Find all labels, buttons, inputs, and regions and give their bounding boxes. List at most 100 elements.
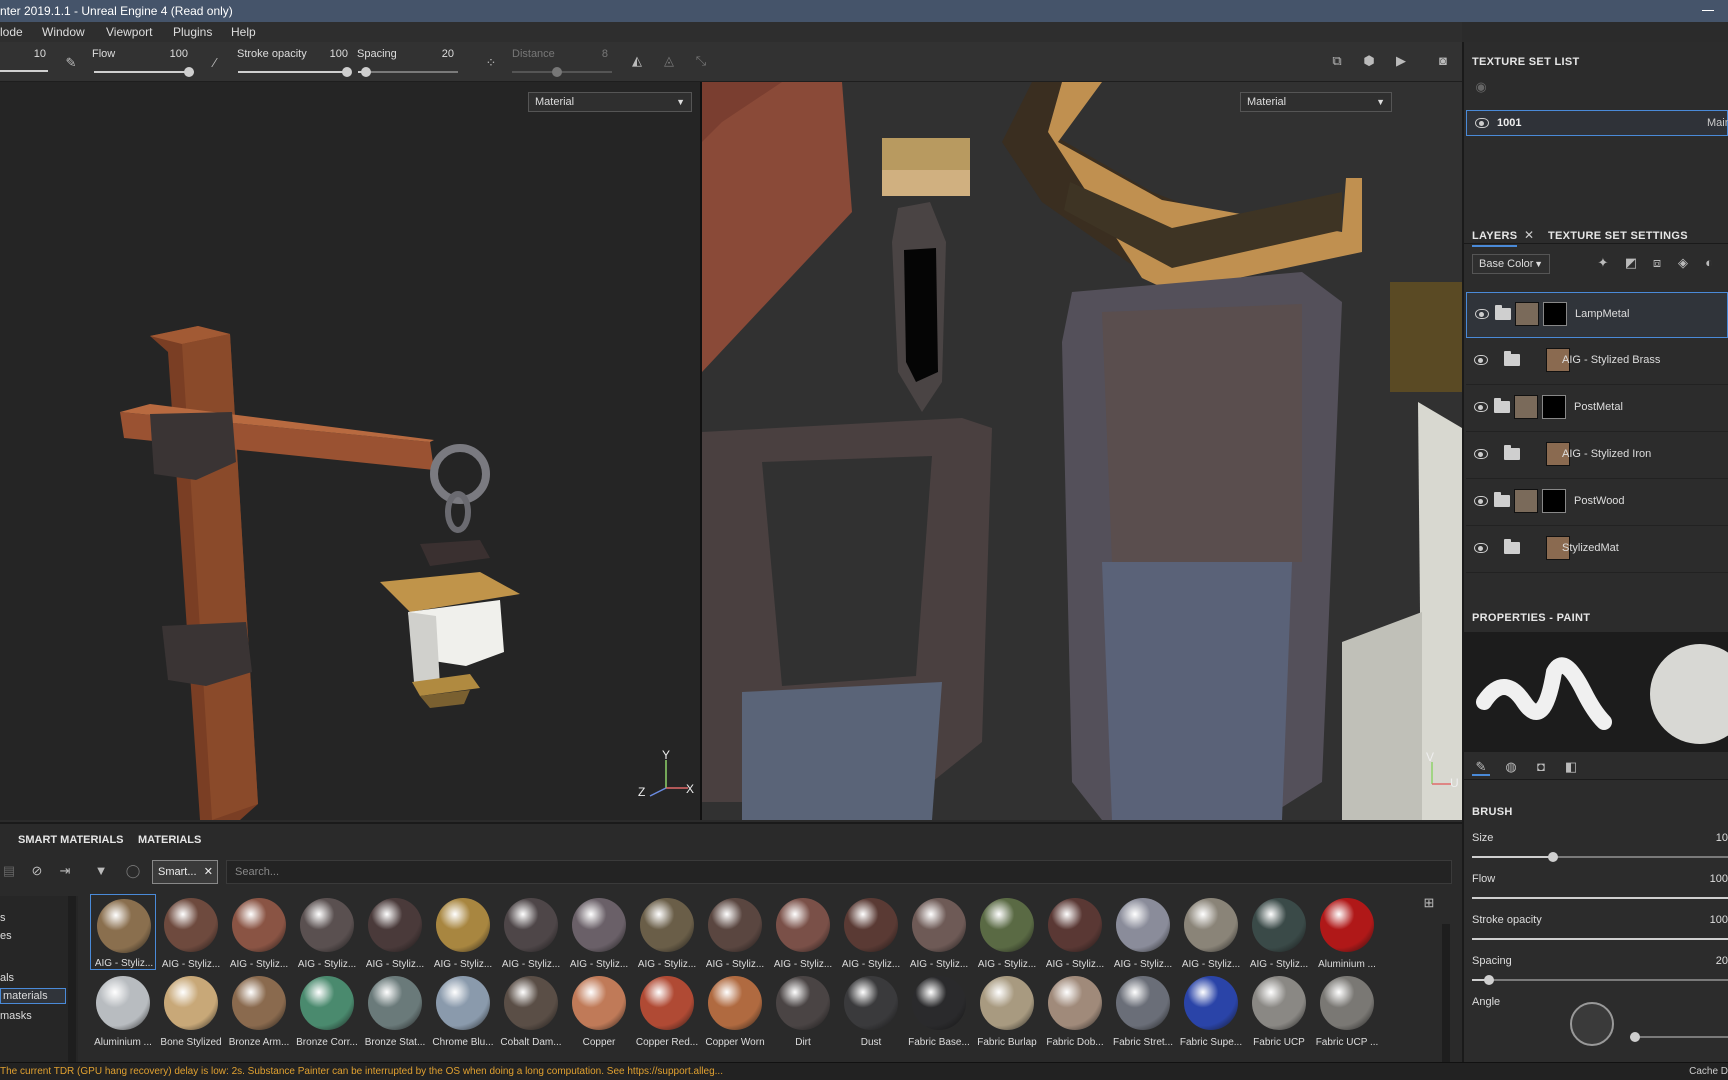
eye-icon[interactable] bbox=[1475, 309, 1489, 319]
brush-size-slider[interactable] bbox=[1472, 852, 1728, 862]
material-thumbnail[interactable]: Dust bbox=[838, 972, 904, 1048]
material-tab-icon[interactable]: ◧ bbox=[1562, 758, 1580, 776]
material-thumbnail[interactable]: Copper Red... bbox=[634, 972, 700, 1048]
layer-row[interactable]: AIG - Stylized Iron bbox=[1466, 433, 1728, 479]
brush-icon[interactable]: ✎ bbox=[62, 54, 80, 72]
menu-mode[interactable]: lode bbox=[0, 22, 23, 42]
symmetry-icon[interactable]: ◭ bbox=[628, 52, 646, 70]
material-thumbnail[interactable]: Fabric Burlap bbox=[974, 972, 1040, 1048]
menu-window[interactable]: Window bbox=[42, 22, 85, 42]
layer-row[interactable]: PostWood bbox=[1466, 480, 1728, 526]
material-thumbnail[interactable]: Aluminium ... bbox=[90, 972, 156, 1048]
stencil-tab-icon[interactable]: ◘ bbox=[1532, 758, 1550, 776]
toolbar-distance-slider[interactable] bbox=[512, 67, 612, 77]
material-thumbnail[interactable]: Bone Stylized bbox=[158, 972, 224, 1048]
material-thumbnail[interactable]: AIG - Styliz... bbox=[294, 894, 360, 970]
folder-icon[interactable] bbox=[1504, 539, 1520, 554]
material-thumbnail[interactable]: AIG - Styliz... bbox=[90, 894, 156, 970]
folder-icon[interactable] bbox=[1494, 492, 1510, 507]
symmetry-options-icon[interactable]: ◬ bbox=[660, 52, 678, 70]
material-thumbnail[interactable]: AIG - Styliz... bbox=[634, 894, 700, 970]
add-folder-icon[interactable]: ◐ bbox=[1700, 254, 1718, 272]
add-fill-layer-icon[interactable]: ◈ bbox=[1674, 254, 1692, 272]
category-item-materials[interactable]: materials bbox=[0, 988, 66, 1004]
layer-row[interactable]: LampMetal bbox=[1466, 292, 1728, 338]
shelf-import-icon[interactable]: ▤ bbox=[0, 862, 18, 880]
visibility-all-icon[interactable]: ◉ bbox=[1472, 78, 1490, 96]
transform-icon[interactable]: ⤡ bbox=[692, 52, 710, 70]
material-thumbnail[interactable]: Dirt bbox=[770, 972, 836, 1048]
viewport-3d[interactable]: Material ▼ Y Z X bbox=[0, 82, 700, 820]
brush-tab-icon[interactable]: ✎ bbox=[1472, 758, 1490, 776]
eye-icon[interactable] bbox=[1474, 355, 1488, 365]
add-effect-icon[interactable]: ✦ bbox=[1594, 254, 1612, 272]
viewport-2d[interactable]: Material ▼ V U bbox=[702, 82, 1462, 820]
add-layer-icon[interactable]: ⧈ bbox=[1648, 254, 1666, 272]
menu-plugins[interactable]: Plugins bbox=[173, 22, 212, 42]
folder-icon[interactable] bbox=[1494, 398, 1510, 413]
material-thumbnail[interactable]: AIG - Styliz... bbox=[1110, 894, 1176, 970]
material-thumbnail[interactable]: Fabric Dob... bbox=[1042, 972, 1108, 1048]
material-thumbnail[interactable]: AIG - Styliz... bbox=[226, 894, 292, 970]
material-thumbnail[interactable]: Fabric UCP ... bbox=[1314, 972, 1380, 1048]
texture-set-row-1001[interactable]: 1001 Main bbox=[1466, 110, 1728, 136]
material-thumbnail[interactable]: Fabric Stret... bbox=[1110, 972, 1176, 1048]
viewport3d-material-dropdown[interactable]: Material ▼ bbox=[528, 92, 692, 112]
material-thumbnail[interactable]: Fabric Base... bbox=[906, 972, 972, 1048]
material-thumbnail[interactable]: Chrome Blu... bbox=[430, 972, 496, 1048]
grid-scrollbar[interactable] bbox=[1442, 924, 1450, 1064]
viewport2d-material-dropdown[interactable]: Material ▼ bbox=[1240, 92, 1392, 112]
hide-icon[interactable]: ⊘ bbox=[28, 862, 46, 880]
layer-mask-thumbnail[interactable] bbox=[1543, 302, 1567, 326]
material-thumbnail[interactable]: Bronze Arm... bbox=[226, 972, 292, 1048]
toolbar-flow-slider[interactable] bbox=[94, 67, 194, 77]
material-thumbnail[interactable]: Bronze Stat... bbox=[362, 972, 428, 1048]
angle-dial[interactable] bbox=[1570, 1002, 1614, 1046]
brush-stroke-slider[interactable] bbox=[1472, 938, 1728, 940]
material-thumbnail[interactable]: Fabric Supe... bbox=[1178, 972, 1244, 1048]
shelf-scrollbar[interactable] bbox=[68, 896, 76, 1066]
shelf-search-input[interactable]: Search... bbox=[226, 860, 1452, 884]
category-item[interactable]: es bbox=[0, 930, 12, 942]
grid-view-icon[interactable]: ⊞ bbox=[1420, 894, 1438, 912]
tab-layers[interactable]: LAYERS bbox=[1472, 230, 1518, 247]
toolbar-stroke-slider[interactable] bbox=[238, 67, 352, 77]
close-icon[interactable]: ✕ bbox=[204, 861, 213, 883]
material-thumbnail[interactable]: Copper bbox=[566, 972, 632, 1048]
tab-texture-set-settings[interactable]: TEXTURE SET SETTINGS bbox=[1548, 230, 1688, 242]
material-thumbnail[interactable]: AIG - Styliz... bbox=[1246, 894, 1312, 970]
folder-icon[interactable] bbox=[1504, 351, 1520, 366]
brush-angle-slider[interactable] bbox=[1630, 1032, 1728, 1042]
lazy-mouse-icon[interactable]: ⁘ bbox=[482, 54, 500, 72]
layer-mask-thumbnail[interactable] bbox=[1542, 395, 1566, 419]
view-mode-icon[interactable]: ⧉ bbox=[1328, 52, 1346, 70]
texture-set-shader[interactable]: Main bbox=[1707, 117, 1728, 129]
category-item[interactable]: masks bbox=[0, 1010, 32, 1022]
eye-icon[interactable] bbox=[1474, 496, 1488, 506]
stroke-opacity-icon[interactable]: ⁄ bbox=[206, 54, 224, 72]
eye-icon[interactable] bbox=[1474, 449, 1488, 459]
layer-row[interactable]: StylizedMat bbox=[1466, 527, 1728, 573]
material-thumbnail[interactable]: AIG - Styliz... bbox=[430, 894, 496, 970]
category-item[interactable]: als bbox=[0, 972, 14, 984]
menu-help[interactable]: Help bbox=[231, 22, 256, 42]
material-thumbnail[interactable]: Bronze Corr... bbox=[294, 972, 360, 1048]
export-icon[interactable]: ⇥ bbox=[56, 862, 74, 880]
material-thumbnail[interactable]: Aluminium ... bbox=[1314, 894, 1380, 970]
refresh-icon[interactable]: ◯ bbox=[124, 862, 142, 880]
material-thumbnail[interactable]: AIG - Styliz... bbox=[974, 894, 1040, 970]
tab-materials[interactable]: MATERIALS bbox=[138, 834, 201, 846]
folder-icon[interactable] bbox=[1504, 445, 1520, 460]
material-thumbnail[interactable]: AIG - Styliz... bbox=[158, 894, 224, 970]
channel-dropdown[interactable]: Base Color ▼ bbox=[1472, 254, 1550, 274]
layer-row[interactable]: AIG - Stylized Brass bbox=[1466, 339, 1728, 385]
material-thumbnail[interactable]: AIG - Styliz... bbox=[566, 894, 632, 970]
material-thumbnail[interactable]: AIG - Styliz... bbox=[362, 894, 428, 970]
material-thumbnail[interactable]: AIG - Styliz... bbox=[838, 894, 904, 970]
material-thumbnail[interactable]: AIG - Styliz... bbox=[770, 894, 836, 970]
screenshot-icon[interactable]: ◙ bbox=[1434, 52, 1452, 70]
eye-icon[interactable] bbox=[1475, 118, 1489, 128]
material-thumbnail[interactable]: Copper Worn bbox=[702, 972, 768, 1048]
material-thumbnail[interactable]: AIG - Styliz... bbox=[906, 894, 972, 970]
layer-row[interactable]: PostMetal bbox=[1466, 386, 1728, 432]
